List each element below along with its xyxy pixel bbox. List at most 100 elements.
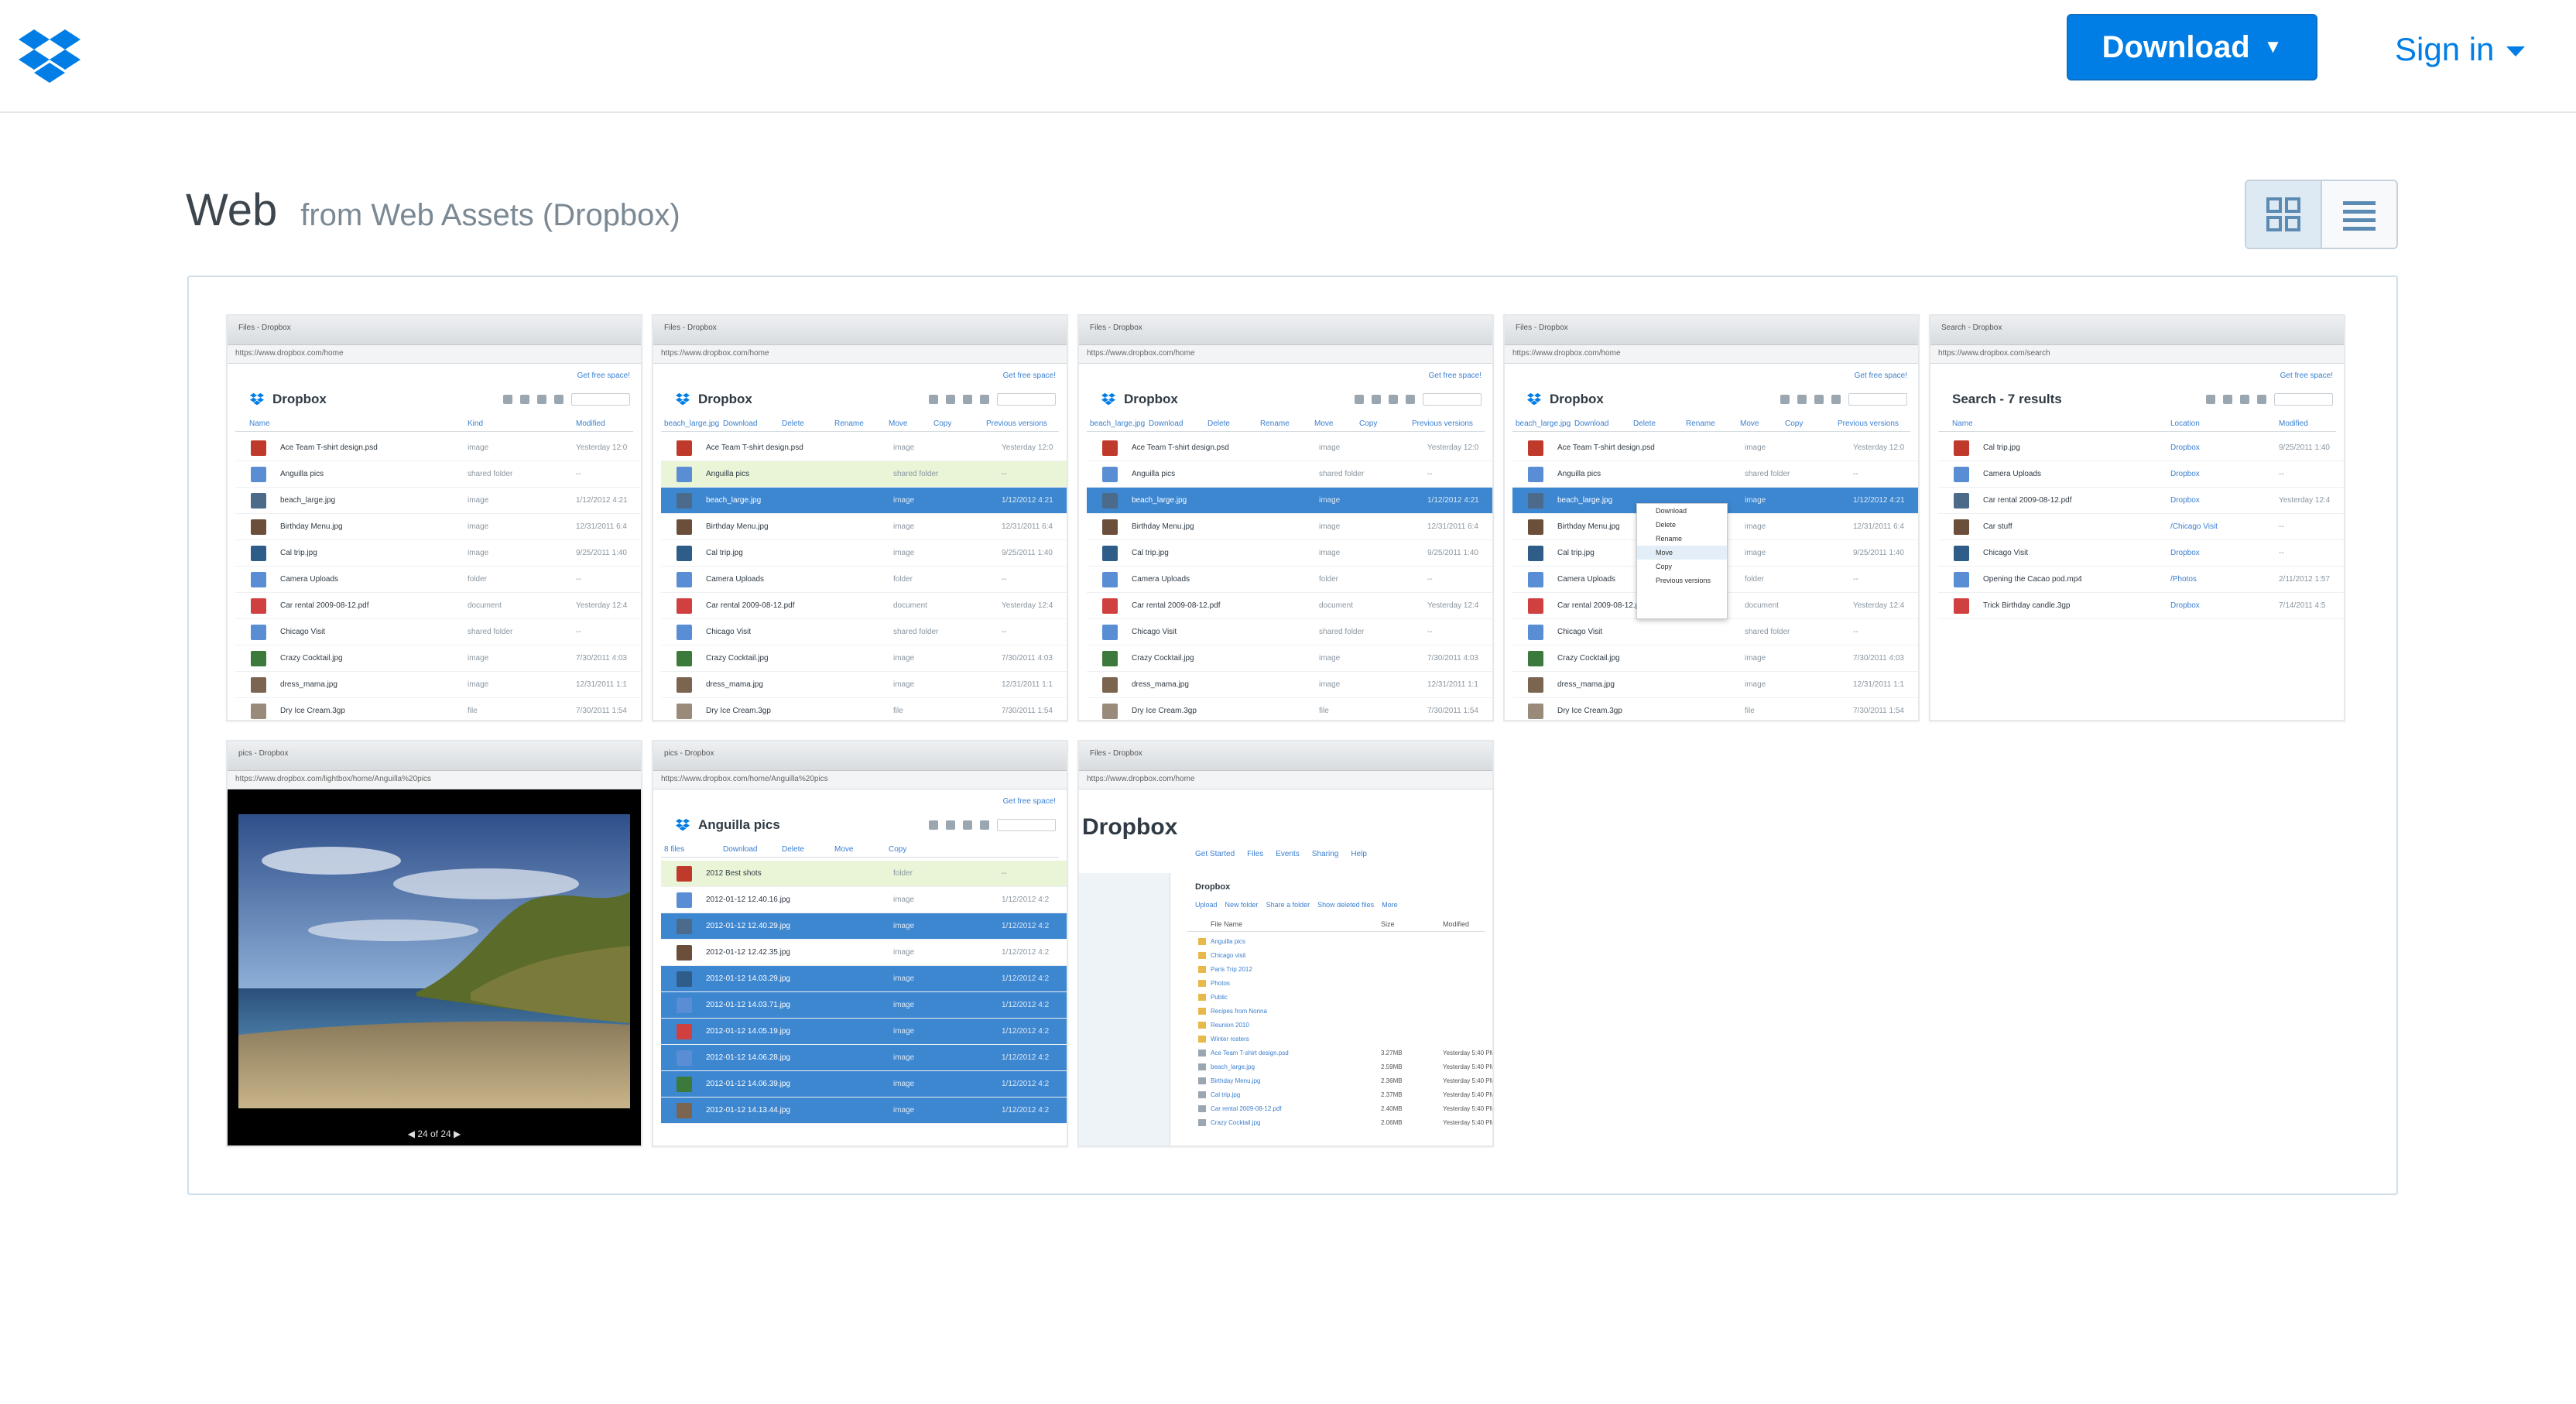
free-space-link[interactable]: Get free space!: [1429, 372, 1482, 380]
table-row[interactable]: Anguilla pics shared folder --: [661, 461, 1067, 488]
table-row[interactable]: Crazy Cocktail.jpg image 7/30/2011 4:03: [1512, 645, 1918, 672]
thumbnail-4[interactable]: Files - Dropbox https://www.dropbox.com/h…: [1503, 314, 1920, 721]
thumbnail-8[interactable]: Files - Dropbox https://www.dropbox.com/h…: [1077, 740, 1494, 1147]
action-share-a-folder[interactable]: Share a folder: [1266, 901, 1310, 909]
action-upload[interactable]: Upload: [1195, 901, 1218, 909]
grid-view-button[interactable]: [2246, 181, 2322, 248]
toolbar-icon[interactable]: [1831, 395, 1841, 404]
table-row[interactable]: Birthday Menu.jpg image 12/31/2011 6:4: [1087, 514, 1492, 540]
column-header[interactable]: Download: [723, 845, 757, 854]
table-row[interactable]: Crazy Cocktail.jpg image 7/30/2011 4:03: [661, 645, 1067, 672]
column-header[interactable]: Delete: [782, 419, 804, 428]
table-row[interactable]: Opening the Cacao pod.mp4/Photos 2/11/201…: [1938, 567, 2344, 593]
toolbar-icon[interactable]: [503, 395, 512, 404]
table-row[interactable]: Camera Uploads folder --: [661, 567, 1067, 593]
table-row[interactable]: Car rental 2009-08-12.pdf document Yesterd…: [235, 593, 641, 619]
table-row[interactable]: Chicago Visit shared folder --: [1087, 619, 1492, 645]
table-row[interactable]: beach_large.jpg image 1/12/2012 4:21: [661, 488, 1067, 514]
toolbar-icon[interactable]: [963, 820, 972, 830]
tab-sharing[interactable]: Sharing: [1312, 850, 1338, 858]
table-row[interactable]: Dry Ice Cream.3gp file 7/30/2011 1:54: [661, 698, 1067, 720]
table-row[interactable]: Dry Ice Cream.3gp file 7/30/2011 1:54: [1087, 698, 1492, 720]
table-row[interactable]: Camera Uploads Dropbox --: [1938, 461, 2344, 488]
search-input[interactable]: [571, 393, 630, 406]
table-row[interactable]: Ace Team T-shirt design.psd image Yesterda…: [661, 435, 1067, 461]
table-row[interactable]: Crazy Cocktail.jpg image 7/30/2011 4:03: [1087, 645, 1492, 672]
table-row[interactable]: Car stuff/Chicago Visit --: [1938, 514, 2344, 540]
toolbar-icon[interactable]: [946, 395, 955, 404]
table-row[interactable]: Car rental 2009-08-12.pdf document Yesterd…: [661, 593, 1067, 619]
column-header[interactable]: Download: [723, 419, 757, 428]
action-more[interactable]: More: [1382, 901, 1398, 909]
dropbox-logo-icon[interactable]: [19, 26, 80, 88]
table-row[interactable]: Anguilla pics shared folder --: [235, 461, 641, 488]
column-header[interactable]: Move: [834, 845, 853, 854]
column-header[interactable]: Location: [2170, 419, 2200, 428]
context-menu-item[interactable]: Rename: [1637, 532, 1727, 546]
table-row[interactable]: Anguilla pics shared folder --: [1087, 461, 1492, 488]
context-menu-item[interactable]: Download: [1637, 504, 1727, 518]
context-menu-item[interactable]: Copy: [1637, 560, 1727, 574]
toolbar-icon[interactable]: [2240, 395, 2249, 404]
table-row[interactable]: dress_mama.jpg image 12/31/2011 1:1: [1087, 672, 1492, 698]
toolbar-icon[interactable]: [980, 395, 989, 404]
toolbar-icon[interactable]: [2206, 395, 2215, 404]
column-header[interactable]: beach_large.jpg: [1090, 419, 1145, 428]
column-header[interactable]: Rename: [1260, 419, 1290, 428]
search-input[interactable]: [997, 393, 1056, 406]
column-header[interactable]: Copy: [889, 845, 906, 854]
column-header[interactable]: Download: [1149, 419, 1183, 428]
table-row[interactable]: Dry Ice Cream.3gp file 7/30/2011 1:54: [1512, 698, 1918, 720]
table-row[interactable]: Camera Uploads folder --: [1087, 567, 1492, 593]
column-header[interactable]: Delete: [1633, 419, 1656, 428]
search-input[interactable]: [1423, 393, 1482, 406]
column-header[interactable]: Modified: [576, 419, 605, 428]
column-header[interactable]: Rename: [834, 419, 864, 428]
toolbar-icon[interactable]: [1372, 395, 1381, 404]
table-row[interactable]: dress_mama.jpg image 12/31/2011 1:1: [661, 672, 1067, 698]
table-row[interactable]: 2012-01-12 12.42.35.jpg image 1/12/2012 4:…: [661, 940, 1067, 966]
column-header[interactable]: Move: [1740, 419, 1759, 428]
table-row[interactable]: Camera Uploads folder --: [235, 567, 641, 593]
toolbar-icon[interactable]: [1389, 395, 1398, 404]
download-button[interactable]: Download ▼: [2067, 14, 2317, 80]
toolbar-icon[interactable]: [1406, 395, 1415, 404]
free-space-link[interactable]: Get free space!: [2280, 372, 2333, 380]
table-row[interactable]: Dry Ice Cream.3gp file 7/30/2011 1:54: [235, 698, 641, 720]
table-row[interactable]: Ace Team T-shirt design.psd image Yesterda…: [1512, 435, 1918, 461]
toolbar-icon[interactable]: [1814, 395, 1824, 404]
list-item[interactable]: Reunion 2010: [1187, 1019, 1485, 1032]
table-row[interactable]: 2012-01-12 14.06.39.jpg image 1/12/2012 4:…: [661, 1071, 1067, 1098]
table-row[interactable]: beach_large.jpg image 1/12/2012 4:21: [235, 488, 641, 514]
search-input[interactable]: [997, 819, 1056, 831]
table-row[interactable]: Cal trip.jpg Dropbox 9/25/2011 1:40: [1938, 435, 2344, 461]
free-space-link[interactable]: Get free space!: [1003, 372, 1056, 380]
column-header[interactable]: 8 files: [664, 845, 684, 854]
column-header[interactable]: Move: [889, 419, 907, 428]
table-row[interactable]: Birthday Menu.jpg image 12/31/2011 6:4: [235, 514, 641, 540]
table-row[interactable]: Chicago Visit shared folder --: [661, 619, 1067, 645]
thumbnail-3[interactable]: Files - Dropbox https://www.dropbox.com/h…: [1077, 314, 1494, 721]
toolbar-icon[interactable]: [980, 820, 989, 830]
column-header[interactable]: Rename: [1686, 419, 1715, 428]
table-row[interactable]: Chicago Visit shared folder --: [1512, 619, 1918, 645]
table-row[interactable]: Anguilla pics shared folder --: [1512, 461, 1918, 488]
table-row[interactable]: Crazy Cocktail.jpg image 7/30/2011 4:03: [235, 645, 641, 672]
table-row[interactable]: 2012-01-12 14.03.29.jpg image 1/12/2012 4:…: [661, 966, 1067, 992]
table-row[interactable]: Trick Birthday candle.3gp Dropbox 7/14/201…: [1938, 593, 2344, 619]
tab-files[interactable]: Files: [1247, 850, 1263, 858]
table-row[interactable]: 2012-01-12 12.40.16.jpg image 1/12/2012 4:…: [661, 887, 1067, 913]
list-item[interactable]: Birthday Menu.jpg 2.36MB Yesterday 5:40 PM: [1187, 1074, 1492, 1088]
context-menu-item[interactable]: Delete: [1637, 518, 1727, 532]
sign-in-link[interactable]: Sign in: [2395, 28, 2526, 71]
column-header[interactable]: Previous versions: [1838, 419, 1899, 428]
list-item[interactable]: Winter rosters: [1187, 1032, 1485, 1046]
thumbnail-5[interactable]: Search - Dropbox https://www.dropbox.com/…: [1929, 314, 2345, 721]
table-row[interactable]: Cal trip.jpg image 9/25/2011 1:40: [235, 540, 641, 567]
column-header[interactable]: beach_large.jpg: [664, 419, 719, 428]
column-header[interactable]: Modified: [2279, 419, 2308, 428]
column-header[interactable]: Name: [249, 419, 270, 428]
table-row[interactable]: Cal trip.jpg image 9/25/2011 1:40: [1087, 540, 1492, 567]
search-input[interactable]: [2274, 393, 2333, 406]
column-header[interactable]: Copy: [1359, 419, 1377, 428]
